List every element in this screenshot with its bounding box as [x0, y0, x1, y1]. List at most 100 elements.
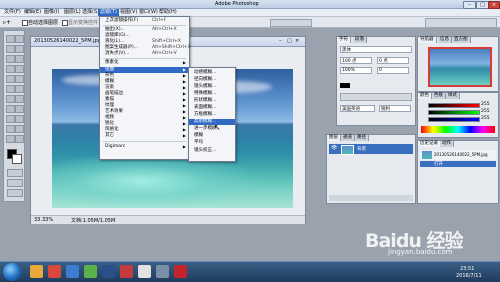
tab-styles[interactable]: 样式 — [446, 93, 460, 99]
move-tool-icon[interactable]: ▹+ — [3, 19, 11, 26]
antialias-field[interactable]: 锐利 — [379, 105, 411, 112]
submenu-item[interactable]: 进一步模糊 — [189, 126, 235, 132]
shape-tool-icon[interactable] — [15, 115, 24, 123]
explorer-icon[interactable] — [30, 265, 43, 278]
lasso-tool-icon[interactable] — [6, 45, 15, 53]
vertical-scale-field[interactable]: 100% — [340, 67, 372, 74]
browser-icon[interactable] — [66, 265, 79, 278]
quick-mask-button[interactable] — [7, 169, 23, 177]
green-slider[interactable] — [428, 110, 480, 115]
tab-history[interactable]: 历史记录 — [418, 141, 441, 147]
tracking-field[interactable]: 0 — [377, 67, 409, 74]
app-icon[interactable] — [84, 265, 97, 278]
clock-date[interactable]: 2016/7/11 — [456, 273, 482, 279]
tab-paths[interactable]: 路径 — [355, 135, 369, 141]
doc-minimize-button[interactable]: – — [279, 38, 282, 44]
menu-file[interactable]: 文件(F) — [2, 9, 23, 16]
app-icon[interactable] — [174, 265, 187, 278]
eye-icon[interactable]: 👁 — [331, 145, 337, 151]
zoom-level[interactable]: 33.33% — [34, 217, 53, 223]
blue-slider[interactable] — [428, 117, 480, 122]
submenu-item[interactable]: 特殊模糊... — [189, 91, 235, 97]
healing-brush-icon[interactable] — [6, 65, 15, 73]
menu-item-last-filter[interactable]: 上次滤镜操作(F) Ctrl+F — [100, 18, 189, 24]
tab-histogram[interactable]: 直方图 — [452, 37, 471, 43]
history-item-open[interactable]: 打开 — [420, 161, 496, 167]
gradient-tool-icon[interactable] — [15, 85, 24, 93]
menu-item-other[interactable]: 其它 ▶ — [100, 133, 189, 139]
minimize-button[interactable]: – — [463, 1, 476, 9]
palette-well[interactable] — [425, 18, 497, 28]
text-color-swatch[interactable] — [340, 83, 350, 88]
clock-time[interactable]: 23:51 — [460, 266, 474, 272]
menu-help[interactable]: 帮助(H) — [157, 9, 179, 16]
tab-channels[interactable]: 通道 — [341, 135, 355, 141]
type-tool-icon[interactable] — [15, 105, 24, 113]
text-style-buttons[interactable] — [340, 93, 412, 101]
tab-actions[interactable]: 动作 — [440, 141, 454, 147]
menu-item-vanishing-point[interactable]: 消失点(V)... Alt+Ctrl+V — [100, 51, 189, 57]
leading-field[interactable]: 0 点 — [377, 57, 409, 64]
photoshop-icon[interactable] — [102, 265, 115, 278]
submenu-item[interactable]: 镜头模糊... — [189, 84, 235, 90]
font-size-field[interactable]: 100 点 — [340, 57, 372, 64]
menu-item-pixelate[interactable]: 像素化 ▶ — [100, 60, 189, 66]
submenu-item[interactable]: 径向模糊... — [189, 77, 235, 83]
app-icon[interactable] — [156, 265, 169, 278]
green-value[interactable]: 255 — [481, 109, 490, 114]
pen-tool-icon[interactable] — [6, 115, 15, 123]
submenu-item[interactable]: 镜头校正... — [189, 148, 235, 154]
background-color-swatch[interactable] — [12, 154, 22, 164]
tab-swatches[interactable]: 色板 — [432, 93, 446, 99]
submenu-item[interactable]: 动感模糊... — [189, 70, 235, 76]
red-value[interactable]: 255 — [481, 102, 490, 107]
layer-row-background[interactable]: 背景 👁 — [329, 144, 413, 155]
align-buttons[interactable] — [270, 19, 312, 27]
imageready-button[interactable] — [7, 189, 23, 197]
magic-wand-icon[interactable] — [15, 45, 24, 53]
menu-item-digimarc[interactable]: Digimarc ▶ — [100, 144, 189, 150]
tab-character[interactable]: 字符 — [337, 37, 351, 43]
start-button[interactable] — [3, 263, 21, 281]
tab-color[interactable]: 颜色 — [418, 93, 432, 99]
red-slider[interactable] — [428, 103, 480, 108]
path-select-icon[interactable] — [6, 105, 15, 113]
dodge-tool-icon[interactable] — [15, 95, 24, 103]
menu-image[interactable]: 图像(I) — [42, 9, 61, 16]
submenu-item-selected[interactable]: 高斯模糊... — [189, 119, 235, 125]
hand-tool-icon[interactable] — [6, 135, 15, 143]
navigator-thumbnail[interactable] — [428, 47, 492, 87]
brush-tool-icon[interactable] — [15, 65, 24, 73]
submenu-item[interactable]: 表面模糊... — [189, 105, 235, 111]
doc-close-button[interactable]: × — [295, 38, 299, 44]
submenu-item[interactable]: 方框模糊... — [189, 112, 235, 118]
layers-footer-buttons[interactable] — [329, 195, 413, 201]
close-button[interactable]: × — [488, 1, 500, 9]
history-snapshot[interactable]: 20130526140022_5PM.jpg — [420, 150, 496, 160]
color-ramp[interactable] — [421, 126, 495, 133]
submenu-item[interactable]: 模糊 — [189, 133, 235, 139]
app-icon[interactable] — [138, 265, 151, 278]
language-field[interactable]: 美国英语 — [340, 105, 375, 112]
stamp-tool-icon[interactable] — [6, 75, 15, 83]
media-icon[interactable] — [48, 265, 61, 278]
blue-value[interactable]: 255 — [481, 116, 490, 121]
app-icon[interactable] — [120, 265, 133, 278]
crop-tool-icon[interactable] — [6, 55, 15, 63]
submenu-item[interactable]: 平均 — [189, 140, 235, 146]
notes-tool-icon[interactable] — [6, 125, 15, 133]
font-family-field[interactable]: 黑体 — [340, 46, 412, 53]
tab-layers[interactable]: 图层 — [327, 135, 341, 141]
marquee-tool-icon[interactable] — [6, 35, 15, 43]
slice-tool-icon[interactable] — [15, 55, 24, 63]
history-brush-icon[interactable] — [15, 75, 24, 83]
eyedropper-icon[interactable] — [15, 125, 24, 133]
zoom-tool-icon[interactable] — [15, 135, 24, 143]
menu-filter[interactable]: 滤镜(T) — [98, 9, 119, 16]
submenu-item[interactable]: 形状模糊... — [189, 98, 235, 104]
tab-info[interactable]: 信息 — [438, 37, 452, 43]
tab-paragraph[interactable]: 段落 — [353, 37, 367, 43]
screen-mode-button[interactable] — [7, 179, 23, 187]
menu-edit[interactable]: 编辑(E) — [22, 9, 43, 16]
tab-navigator[interactable]: 导航器 — [418, 37, 437, 43]
